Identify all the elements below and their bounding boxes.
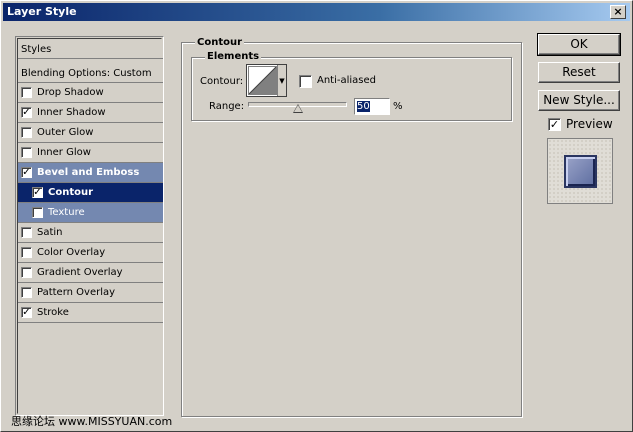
ok-button[interactable]: OK (537, 33, 621, 56)
style-item-inner-shadow[interactable]: ✓ Inner Shadow (18, 103, 163, 123)
style-item-inner-glow[interactable]: Inner Glow (18, 143, 163, 163)
styles-list-inner: Styles Blending Options: Custom Drop Sha… (17, 38, 163, 414)
inner-glow-checkbox[interactable] (21, 147, 32, 158)
drop-shadow-checkbox[interactable] (21, 87, 32, 98)
style-item-label: Satin (37, 227, 63, 238)
styles-header[interactable]: Styles (18, 39, 163, 59)
inner-shadow-checkbox[interactable]: ✓ (21, 107, 32, 118)
contour-picker[interactable]: ▼ (246, 64, 287, 97)
pattern-overlay-checkbox[interactable] (21, 287, 32, 298)
style-item-texture[interactable]: Texture (18, 203, 163, 223)
outer-glow-checkbox[interactable] (21, 127, 32, 138)
style-item-label: Inner Shadow (37, 107, 106, 118)
color-overlay-checkbox[interactable] (21, 247, 32, 258)
style-item-label: Drop Shadow (37, 87, 104, 98)
style-item-contour[interactable]: ✓ Contour (18, 183, 163, 203)
new-style-button[interactable]: New Style... (538, 90, 620, 111)
contour-curve-thumbnail[interactable] (248, 66, 277, 95)
style-item-label: Gradient Overlay (37, 267, 123, 278)
style-item-stroke[interactable]: ✓ Stroke (18, 303, 163, 323)
contour-label: Contour: (200, 76, 244, 87)
linear-contour-icon (248, 66, 277, 95)
style-item-label: Outer Glow (37, 127, 94, 138)
chevron-down-icon[interactable]: ▼ (277, 65, 286, 96)
range-label: Range: (209, 101, 245, 112)
watermark: 思缘论坛 www.MISSYUAN.com (11, 415, 173, 428)
style-item-label: Contour (48, 187, 94, 198)
style-item-label: Stroke (37, 307, 69, 318)
style-item-pattern-overlay[interactable]: Pattern Overlay (18, 283, 163, 303)
style-item-label: Color Overlay (37, 247, 106, 258)
styles-list: Styles Blending Options: Custom Drop Sha… (15, 36, 164, 416)
texture-checkbox[interactable] (32, 207, 43, 218)
preview-label: Preview (566, 117, 613, 131)
anti-aliased-checkbox[interactable] (299, 75, 312, 88)
style-item-satin[interactable]: Satin (18, 223, 163, 243)
title-bar: Layer Style × (3, 3, 630, 21)
satin-checkbox[interactable] (21, 227, 32, 238)
style-item-label: Texture (48, 207, 85, 218)
range-value: 50 (357, 101, 370, 112)
stroke-checkbox[interactable]: ✓ (21, 307, 32, 318)
range-input[interactable]: 50 (354, 98, 390, 115)
style-item-bevel-emboss[interactable]: ✓ Bevel and Emboss (18, 163, 163, 183)
preview-swatch (564, 155, 597, 188)
range-slider-thumb[interactable] (293, 104, 303, 113)
contour-checkbox[interactable]: ✓ (32, 187, 43, 198)
style-item-color-overlay[interactable]: Color Overlay (18, 243, 163, 263)
panel-title: Contour (195, 37, 245, 48)
gradient-overlay-checkbox[interactable] (21, 267, 32, 278)
style-item-outer-glow[interactable]: Outer Glow (18, 123, 163, 143)
layer-style-dialog: Layer Style × Styles Blending Options: C… (0, 0, 633, 432)
style-item-label: Inner Glow (37, 147, 91, 158)
elements-title: Elements (205, 51, 262, 62)
anti-aliased-label: Anti-aliased (317, 75, 377, 86)
preview-checkbox[interactable]: ✓ (548, 118, 561, 131)
window-title: Layer Style (7, 5, 77, 18)
preview-thumbnail (547, 138, 613, 204)
close-icon[interactable]: × (610, 5, 626, 19)
blending-options[interactable]: Blending Options: Custom (18, 63, 163, 83)
style-item-gradient-overlay[interactable]: Gradient Overlay (18, 263, 163, 283)
style-item-drop-shadow[interactable]: Drop Shadow (18, 83, 163, 103)
reset-button[interactable]: Reset (538, 62, 620, 83)
style-item-label: Bevel and Emboss (37, 167, 140, 178)
bevel-emboss-checkbox[interactable]: ✓ (21, 167, 32, 178)
style-item-label: Pattern Overlay (37, 287, 116, 298)
range-unit: % (393, 101, 403, 112)
